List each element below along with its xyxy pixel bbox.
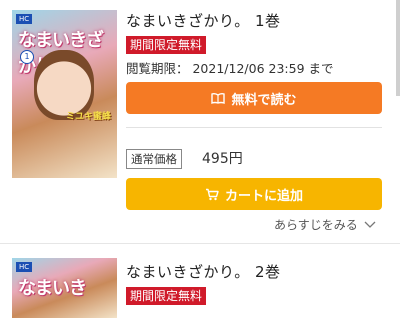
read-free-button[interactable]: 無料で読む <box>126 82 382 114</box>
cart-icon <box>205 188 219 201</box>
item-separator <box>0 243 400 244</box>
free-period-badge: 期間限定無料 <box>126 287 207 305</box>
synopsis-label: あらすじをみる <box>274 218 358 232</box>
divider <box>126 127 382 128</box>
book-title-1[interactable]: なまいきざかり。 1巻 <box>126 10 281 31</box>
publisher-logo: HC <box>16 262 33 272</box>
viewing-period: 閲覧期限： 2021/12/06 23:59 まで <box>126 61 334 76</box>
scrollbar-thumb[interactable] <box>396 0 400 96</box>
synopsis-toggle[interactable]: あらすじをみる <box>274 216 376 233</box>
add-to-cart-button[interactable]: カートに追加 <box>126 178 382 210</box>
read-free-label: 無料で読む <box>231 92 297 108</box>
price-value: 495円 <box>202 151 243 167</box>
book-cover-1[interactable]: HC なまいきざかり 1 ミユキ蜜蜂 <box>12 10 117 178</box>
book-icon <box>211 92 226 104</box>
book-cover-2[interactable]: HC なまいき <box>12 258 117 318</box>
cover-title-art: なまいき <box>18 278 87 299</box>
publisher-logo: HC <box>16 14 33 24</box>
cover-volume-number: 1 <box>20 50 34 64</box>
cover-author: ミユキ蜜蜂 <box>65 112 111 122</box>
regular-price-label: 通常価格 <box>126 149 182 169</box>
chevron-down-icon <box>364 218 376 232</box>
add-to-cart-label: カートに追加 <box>224 188 303 204</box>
book-title-2[interactable]: なまいきざかり。 2巻 <box>126 261 281 282</box>
free-period-badge: 期間限定無料 <box>126 36 207 54</box>
